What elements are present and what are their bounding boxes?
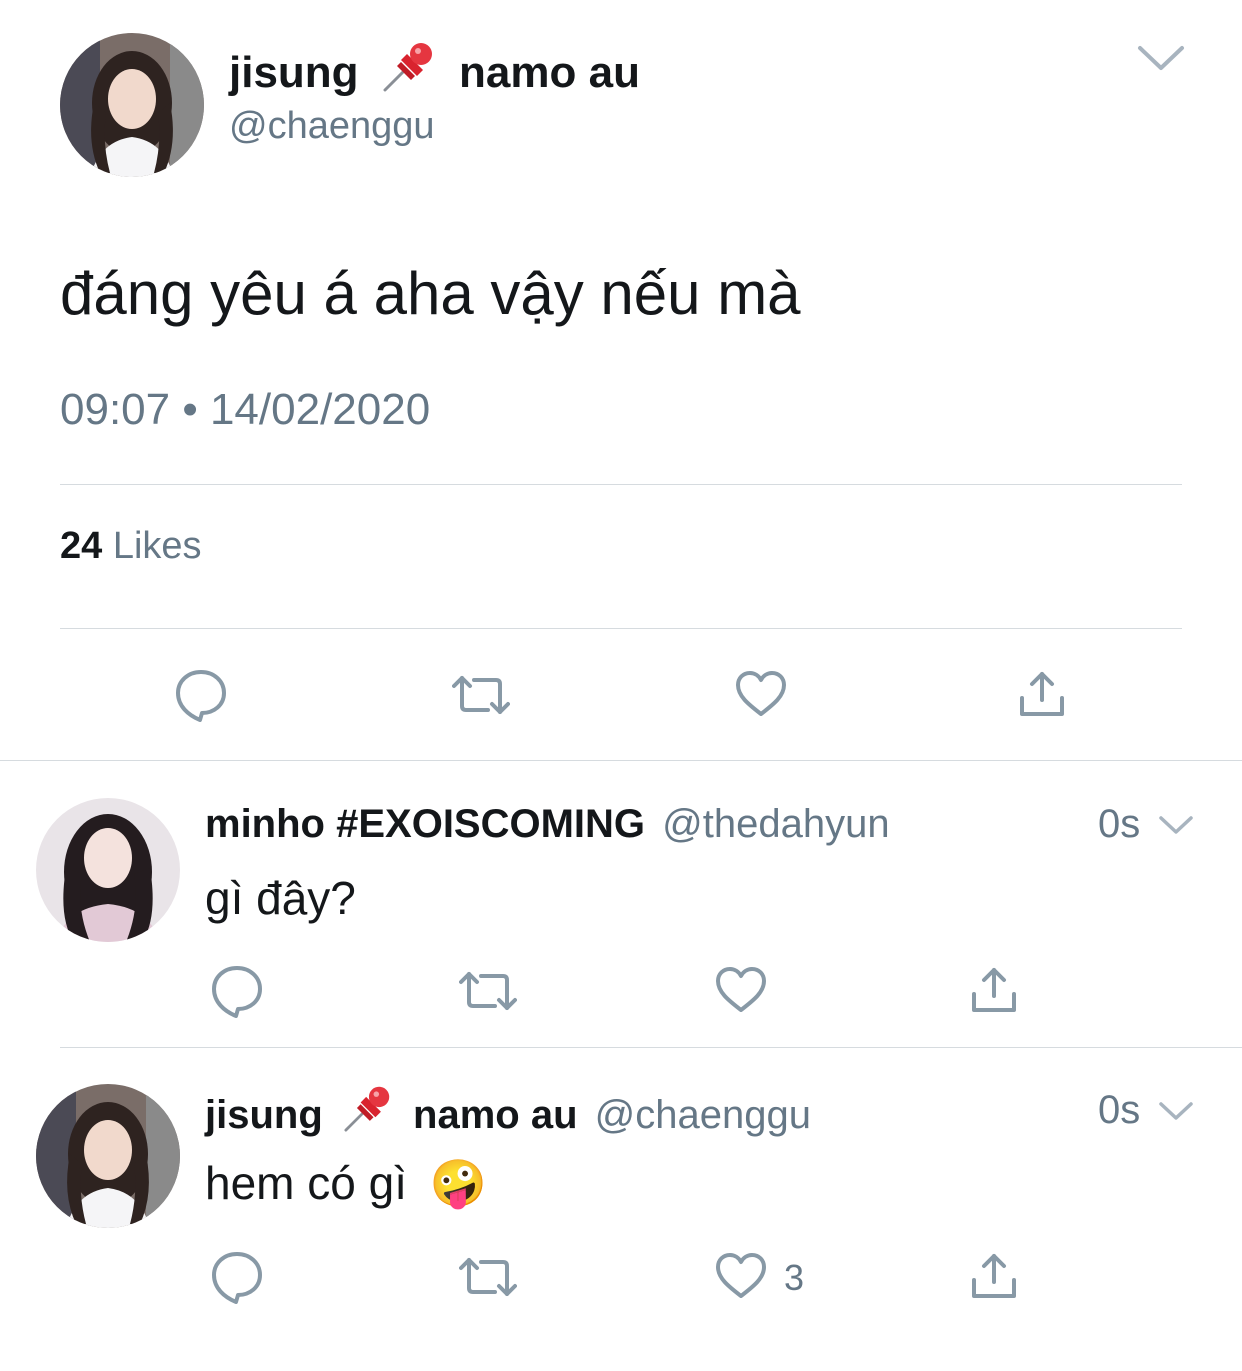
display-name-part1: jisung bbox=[205, 1093, 323, 1138]
share-icon[interactable] bbox=[1018, 670, 1066, 718]
retweet-icon[interactable] bbox=[452, 672, 510, 718]
user-handle[interactable]: @chaenggu bbox=[595, 1093, 811, 1137]
reply-header: minho #EXOISCOMING @thedahyun bbox=[205, 800, 890, 848]
divider bbox=[60, 484, 1182, 485]
display-name[interactable]: jisung namo au bbox=[229, 40, 640, 111]
avatar[interactable] bbox=[36, 1084, 180, 1228]
retweet-icon[interactable] bbox=[459, 1254, 517, 1300]
heart-icon[interactable] bbox=[714, 966, 768, 1014]
share-icon[interactable] bbox=[970, 966, 1018, 1014]
reply-time[interactable]: 0s bbox=[1098, 1086, 1140, 1134]
divider bbox=[60, 628, 1182, 629]
display-name-part2: namo au bbox=[413, 1093, 578, 1138]
reply-text: hem có gì bbox=[205, 1157, 407, 1209]
reply-time[interactable]: 0s bbox=[1098, 800, 1140, 848]
heart-icon[interactable] bbox=[734, 670, 788, 718]
likes-stat[interactable]: 24 Likes bbox=[60, 524, 202, 568]
heart-icon[interactable] bbox=[714, 1252, 768, 1300]
display-name-part1: jisung bbox=[229, 48, 359, 98]
reply-text: gì đây? bbox=[205, 872, 356, 924]
chevron-down-icon[interactable] bbox=[1136, 42, 1186, 72]
likes-count: 24 bbox=[60, 525, 103, 567]
reply-icon[interactable] bbox=[210, 1250, 264, 1304]
chevron-down-icon[interactable] bbox=[1158, 814, 1194, 836]
reply-icon[interactable] bbox=[174, 668, 228, 722]
pushpin-icon bbox=[381, 40, 437, 105]
reply-header: jisung namo au @chaenggu bbox=[205, 1084, 811, 1151]
likes-label: Likes bbox=[112, 525, 202, 567]
user-handle[interactable]: @thedahyun bbox=[662, 802, 889, 846]
divider bbox=[60, 1047, 1242, 1048]
chevron-down-icon[interactable] bbox=[1158, 1100, 1194, 1122]
avatar[interactable] bbox=[60, 33, 204, 177]
zany-face-emoji: 🤪 bbox=[429, 1157, 488, 1209]
pushpin-icon bbox=[342, 1084, 394, 1145]
display-name[interactable]: jisung namo au bbox=[205, 1086, 589, 1138]
share-icon[interactable] bbox=[970, 1252, 1018, 1300]
like-count: 3 bbox=[784, 1257, 805, 1298]
retweet-icon[interactable] bbox=[459, 968, 517, 1014]
display-name[interactable]: minho #EXOISCOMING bbox=[205, 802, 645, 846]
tweet-text: đáng yêu á aha vậy nếu mà bbox=[60, 260, 801, 327]
section-divider bbox=[0, 760, 1242, 761]
display-name-part2: namo au bbox=[459, 48, 640, 98]
avatar[interactable] bbox=[36, 798, 180, 942]
reply-icon[interactable] bbox=[210, 964, 264, 1018]
user-handle[interactable]: @chaenggu bbox=[229, 104, 435, 148]
reply-text-row: hem có gì 🤪 bbox=[205, 1152, 487, 1214]
tweet-timestamp[interactable]: 09:07 • 14/02/2020 bbox=[60, 384, 430, 436]
